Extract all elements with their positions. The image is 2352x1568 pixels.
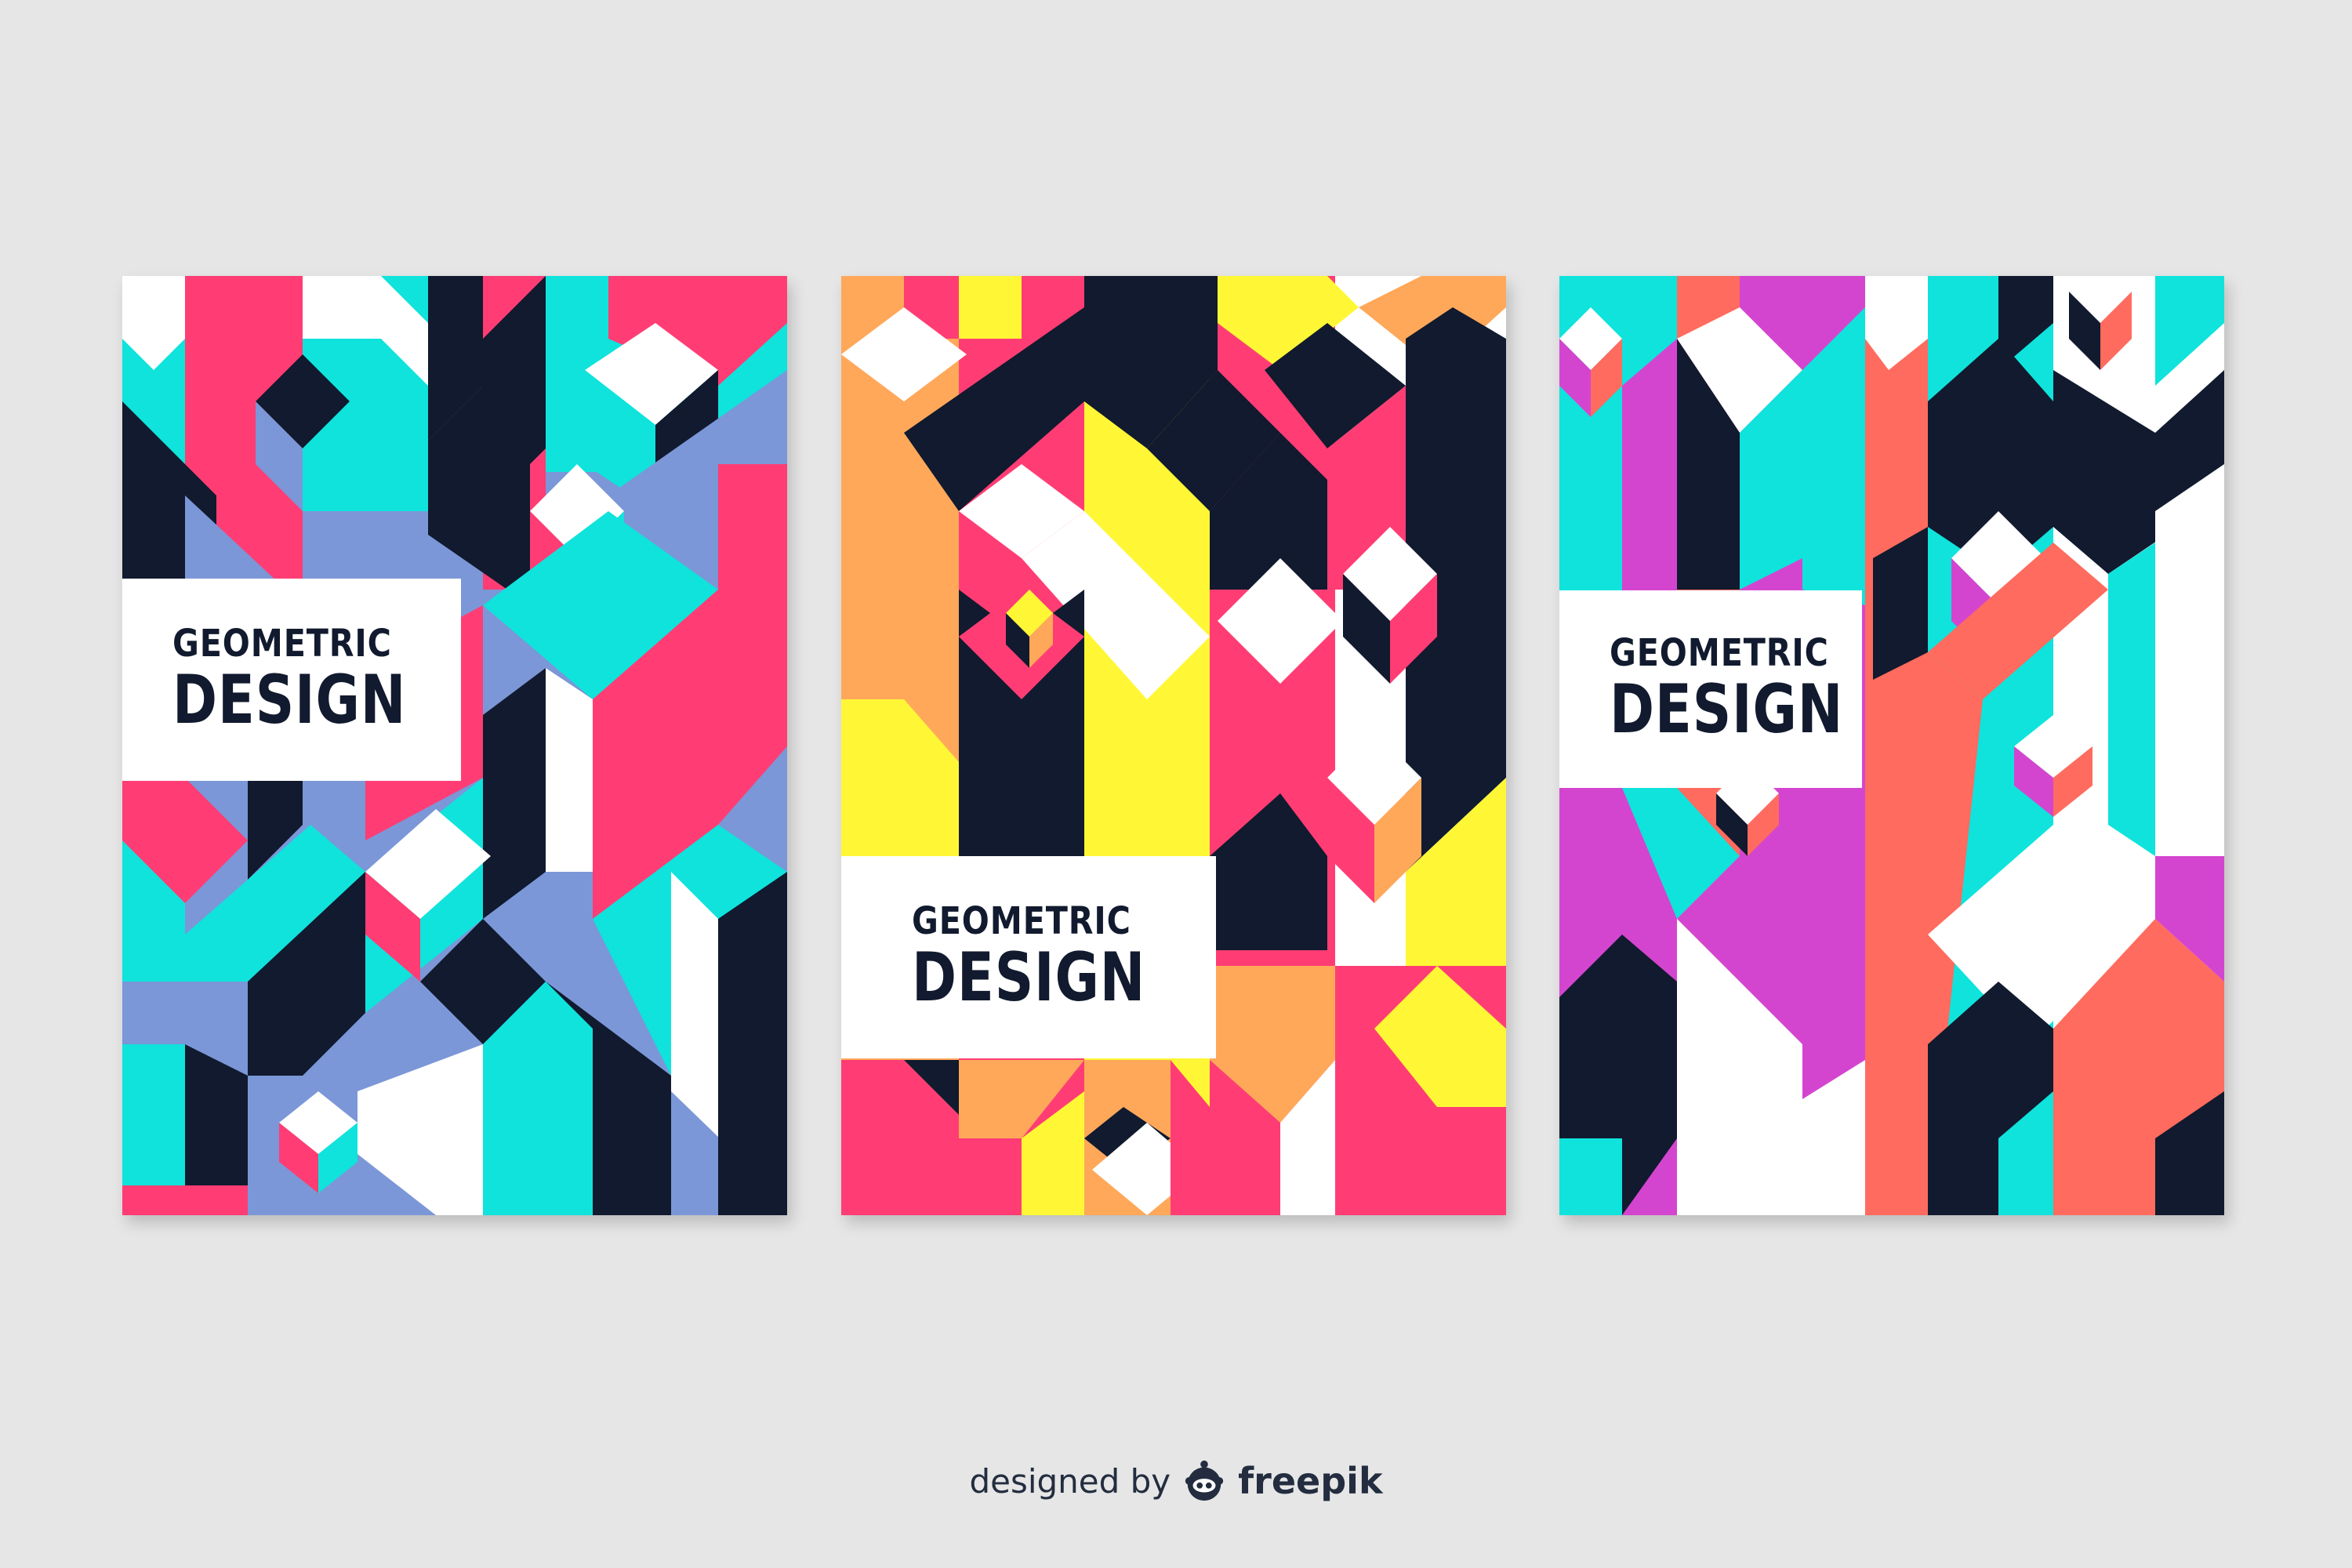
title-panel: GEOMETRIC DESIGN bbox=[841, 856, 1216, 1058]
geometric-pattern-2 bbox=[841, 276, 1506, 1215]
freepik-logo-icon bbox=[1185, 1460, 1224, 1501]
brochure-cover-1: GEOMETRIC DESIGN bbox=[122, 276, 787, 1215]
credit-brand[interactable]: freepik bbox=[1238, 1460, 1382, 1502]
credit-prefix: designed by bbox=[969, 1461, 1171, 1501]
title-line-design: DESIGN bbox=[912, 938, 1146, 1018]
title-line-design: DESIGN bbox=[1610, 670, 1844, 750]
title-panel: GEOMETRIC DESIGN bbox=[1559, 590, 1862, 788]
brochure-cover-3: GEOMETRIC DESIGN bbox=[1559, 276, 2224, 1215]
title-line-geometric: GEOMETRIC bbox=[172, 622, 392, 666]
title-panel: GEOMETRIC DESIGN bbox=[122, 579, 461, 781]
title-line-geometric: GEOMETRIC bbox=[1610, 631, 1829, 676]
title-line-geometric: GEOMETRIC bbox=[912, 899, 1131, 944]
designer-credit: designed by freepik bbox=[0, 1458, 2352, 1504]
brochure-cover-2: GEOMETRIC DESIGN bbox=[841, 276, 1506, 1215]
title-line-design: DESIGN bbox=[172, 661, 407, 740]
